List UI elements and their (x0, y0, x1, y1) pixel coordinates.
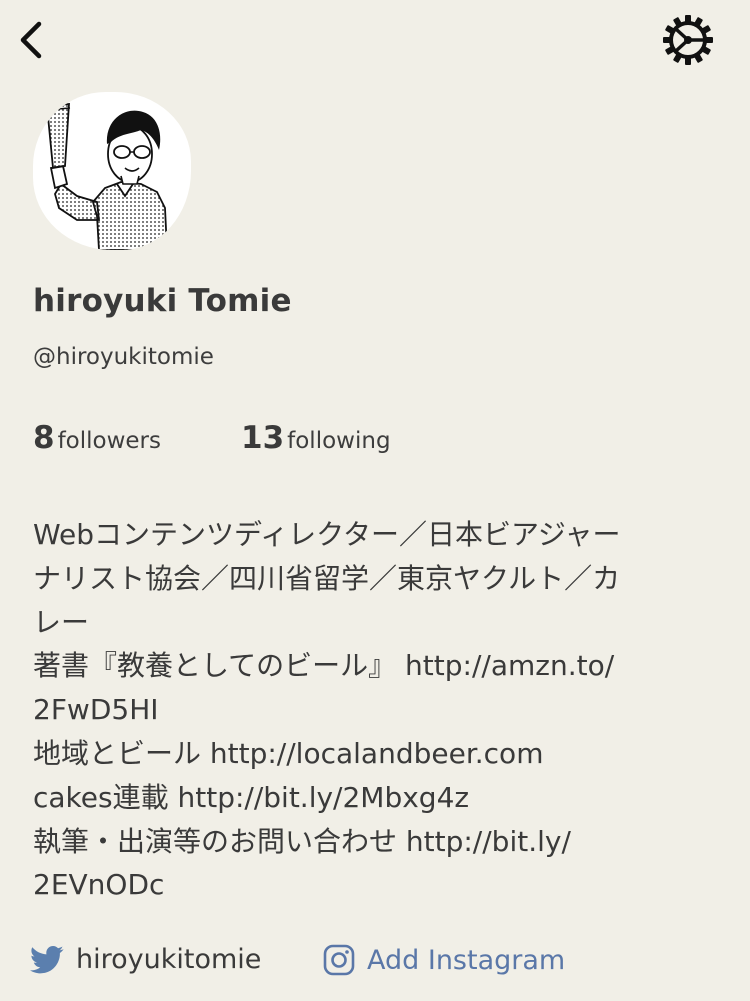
instagram-label: Add Instagram (367, 944, 566, 976)
following-link[interactable]: 13 following (241, 420, 391, 456)
followers-link[interactable]: 8 followers (33, 420, 161, 456)
settings-button[interactable] (658, 10, 718, 70)
chevron-left-icon (20, 21, 42, 59)
bio-line: Webコンテンツディレクター／日本ビアジャー (33, 518, 621, 551)
display-name: hiroyuki Tomie (33, 283, 292, 319)
add-instagram-link[interactable]: Add Instagram (323, 944, 565, 976)
bio-line-link[interactable]: 2EVnODc (33, 863, 723, 907)
back-button[interactable] (12, 16, 52, 64)
gear-icon (663, 15, 713, 65)
profile-bio: Webコンテンツディレクター／日本ビアジャー ナリスト協会／四川省留学／東京ヤク… (33, 513, 723, 907)
twitter-handle: hiroyukitomie (76, 944, 262, 975)
username-handle: @hiroyukitomie (33, 344, 214, 370)
bio-line-with-link[interactable]: 執筆・出演等のお問い合わせ http://bit.ly/ (33, 820, 723, 864)
bio-line-with-link[interactable]: 著書『教養としてのビール』 http://amzn.to/ (33, 644, 723, 688)
user-illustration (45, 103, 168, 250)
instagram-icon (323, 944, 355, 976)
bio-line-with-link[interactable]: cakes連載 http://bit.ly/2Mbxg4z (33, 776, 723, 820)
bio-line-link[interactable]: 2FwD5HI (33, 688, 723, 732)
profile-avatar[interactable] (33, 92, 191, 250)
bio-line-with-link[interactable]: 地域とビール http://localandbeer.com (33, 732, 723, 776)
twitter-bird-icon (30, 945, 64, 973)
followers-count: 8 (33, 420, 55, 456)
following-count: 13 (241, 420, 285, 456)
social-links: hiroyukitomie Add Instagram (30, 944, 730, 988)
twitter-link[interactable]: hiroyukitomie (30, 944, 261, 975)
top-bar (0, 0, 750, 80)
bio-line: ナリスト協会／四川省留学／東京ヤクルト／カ (33, 561, 621, 595)
followers-label: followers (57, 428, 161, 454)
following-label: following (287, 428, 391, 454)
bio-line: レー (33, 605, 90, 639)
